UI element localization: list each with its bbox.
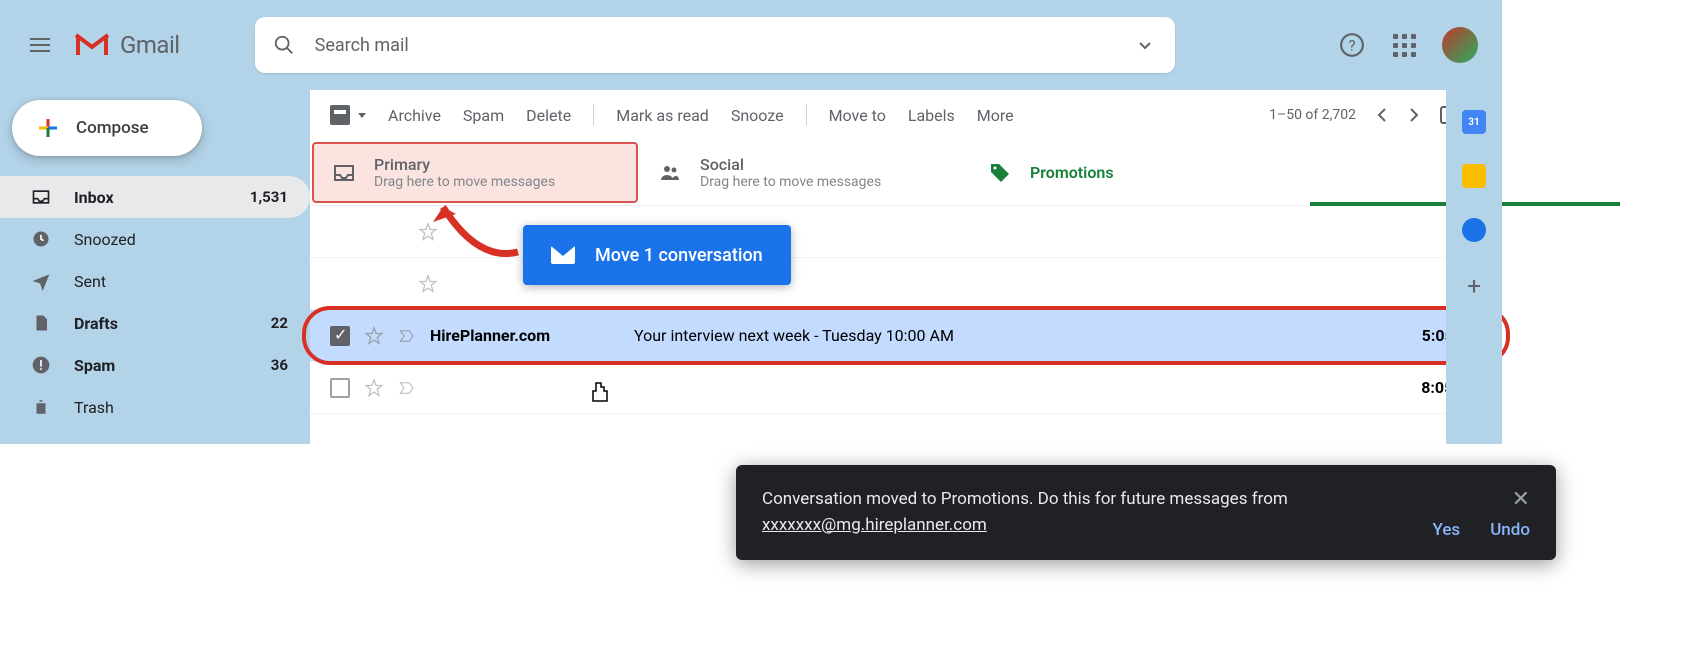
toast-email: xxxxxxx@mg.hireplanner.com [762,515,987,535]
nav-label: Spam [74,356,249,375]
send-icon [30,270,52,292]
tasks-addon[interactable] [1462,218,1486,242]
divider [806,104,807,126]
search-input[interactable] [315,35,1133,56]
sidebar-item-drafts[interactable]: Drafts 22 [0,302,310,344]
drag-tooltip-text: Move 1 conversation [595,245,763,266]
move-to-button[interactable]: Move to [829,106,886,125]
gmail-logo[interactable]: Gmail [74,31,180,59]
row-checkbox[interactable] [330,378,350,398]
email-subject: Your interview next week - Tuesday 10:00… [634,326,1408,345]
envelope-icon [551,246,575,264]
sidebar-item-inbox[interactable]: Inbox 1,531 [0,176,310,218]
alert-icon [30,354,52,376]
search-bar[interactable] [255,17,1175,73]
email-sender: HirePlanner.com [430,326,600,345]
calendar-day: 31 [1468,117,1479,128]
svg-text:?: ? [1348,36,1355,54]
select-dropdown-icon[interactable] [358,113,366,118]
nav-count: 22 [271,314,288,332]
sidebar-item-sent[interactable]: Sent [0,260,310,302]
tab-subtitle: Drag here to move messages [374,174,555,190]
tab-subtitle: Drag here to move messages [700,174,881,190]
divider [593,104,594,126]
help-icon: ? [1339,32,1365,58]
keep-addon[interactable] [1462,164,1486,188]
toolbar: Archive Spam Delete Mark as read Snooze … [310,90,1502,140]
main-menu-button[interactable] [16,21,64,69]
tab-promotions[interactable]: Promotions [970,140,1300,205]
toast-message: Conversation moved to Promotions. Do thi… [762,489,1288,509]
star-icon[interactable] [364,326,384,346]
mark-read-button[interactable]: Mark as read [616,106,709,125]
toast-undo-button[interactable]: Undo [1490,520,1530,540]
tab-title: Primary [374,155,555,174]
next-page-button[interactable] [1408,106,1420,124]
star-icon[interactable] [418,274,438,294]
side-panel: 31 + [1446,90,1502,444]
drag-tooltip: Move 1 conversation [523,225,791,285]
calendar-addon[interactable]: 31 [1462,110,1486,134]
prev-page-button[interactable] [1376,106,1388,124]
sidebar-item-spam[interactable]: Spam 36 [0,344,310,386]
people-icon [658,161,682,185]
labels-button[interactable]: Labels [908,106,955,125]
snackbar: Conversation moved to Promotions. Do thi… [736,465,1556,560]
tab-title: Promotions [1030,163,1114,182]
nav-count: 36 [271,356,288,374]
sidebar: Compose Inbox 1,531 Snoozed Sent Drafts … [0,90,310,444]
search-icon [273,34,295,56]
inbox-icon [332,161,356,185]
snooze-button[interactable]: Snooze [731,106,784,125]
select-all-checkbox[interactable] [330,105,350,125]
nav-count: 1,531 [250,188,288,206]
email-row-selected[interactable]: HirePlanner.com Your interview next week… [310,310,1502,362]
trash-icon [30,396,52,418]
hamburger-icon [30,44,50,46]
tab-title: Social [700,155,881,174]
gmail-wordmark: Gmail [120,31,180,59]
compose-button[interactable]: Compose [12,100,202,156]
cursor-icon [590,381,612,407]
row-checkbox[interactable] [330,326,350,346]
nav-label: Trash [74,398,288,417]
nav-label: Sent [74,272,288,291]
account-avatar[interactable] [1442,27,1478,63]
tab-social[interactable]: Social Drag here to move messages [640,140,970,205]
delete-button[interactable]: Delete [526,106,571,125]
nav-label: Drafts [74,314,249,333]
apps-button[interactable] [1390,31,1418,59]
toast-close-button[interactable]: ✕ [1512,487,1530,512]
pager-text: 1–50 of 2,702 [1269,107,1356,123]
sidebar-item-snoozed[interactable]: Snoozed [0,218,310,260]
importance-marker-icon[interactable] [398,379,416,397]
annotation-arrow [428,192,528,272]
archive-button[interactable]: Archive [388,106,441,125]
plus-icon [36,116,60,140]
header: Gmail ? [0,0,1502,90]
sidebar-item-trash[interactable]: Trash [0,386,310,428]
apps-grid-icon [1393,34,1416,57]
support-button[interactable]: ? [1338,31,1366,59]
more-button[interactable]: More [977,106,1014,125]
importance-marker-icon[interactable] [398,327,416,345]
inbox-icon [30,186,52,208]
email-row[interactable]: 8:05 AM [310,362,1502,414]
get-addons-button[interactable]: + [1467,272,1481,300]
tag-icon [988,161,1012,185]
nav-label: Snoozed [74,230,288,249]
clock-icon [30,228,52,250]
file-icon [30,312,52,334]
nav-label: Inbox [74,188,228,207]
spam-button[interactable]: Spam [463,106,504,125]
star-icon[interactable] [364,378,384,398]
toast-yes-button[interactable]: Yes [1432,520,1460,540]
compose-label: Compose [76,118,149,138]
search-options-icon[interactable] [1133,33,1157,57]
gmail-m-icon [74,31,110,59]
